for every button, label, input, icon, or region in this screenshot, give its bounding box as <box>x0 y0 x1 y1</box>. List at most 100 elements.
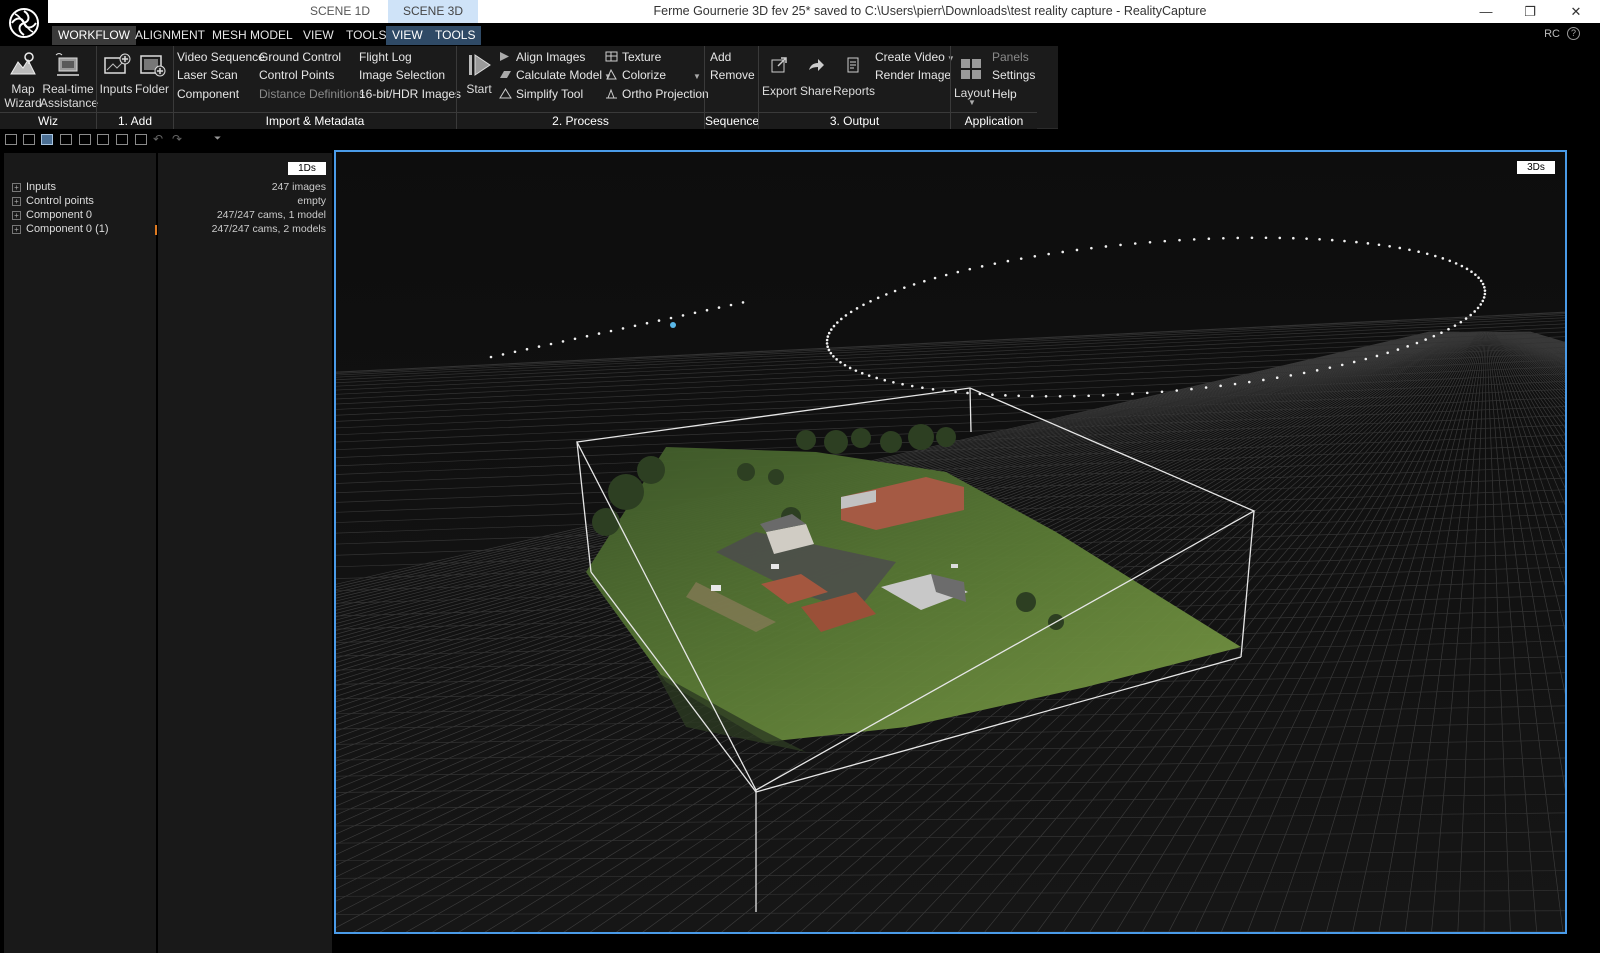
assistance-label: Assistance <box>40 96 99 110</box>
right-margin <box>1569 150 1600 953</box>
ground-control-button[interactable]: Ground Control <box>259 48 341 66</box>
start-icon <box>469 54 491 76</box>
layout-grid-icon[interactable] <box>79 134 91 145</box>
close-button[interactable]: ✕ <box>1554 0 1598 23</box>
app-logo-icon[interactable] <box>0 0 48 46</box>
layout-grid-6-icon[interactable] <box>97 134 109 145</box>
share-label: Share <box>799 84 833 98</box>
layout-icon <box>961 59 981 79</box>
realtime-assistance-button[interactable]: Real-time Assistance <box>40 50 99 110</box>
menu-alignment[interactable]: ALIGNMENT <box>129 26 211 45</box>
reports-button[interactable]: Reports <box>833 56 875 98</box>
texture-label: Texture <box>622 50 662 64</box>
render-image-button[interactable]: Render Image <box>875 66 951 84</box>
inputs-icon <box>104 53 131 74</box>
undo-icon[interactable]: ↶ <box>153 132 163 146</box>
export-button[interactable]: Export <box>762 56 797 98</box>
reports-icon <box>847 57 859 73</box>
create-video-label: Create Video <box>875 50 945 64</box>
layout-split-2-icon[interactable] <box>23 134 35 145</box>
start-button[interactable]: Start <box>463 50 495 96</box>
tab-scene-1d[interactable]: SCENE 1D <box>296 0 384 23</box>
laser-scan-button[interactable]: Laser Scan <box>177 66 238 84</box>
video-sequence-button[interactable]: Video Sequence <box>177 48 265 66</box>
expand-icon[interactable]: + <box>12 183 21 192</box>
redo-icon[interactable]: ↷ <box>172 132 182 146</box>
flight-log-button[interactable]: Flight Log <box>359 48 412 66</box>
image-selection-button[interactable]: Image Selection <box>359 66 445 84</box>
hdr-images-button[interactable]: 16-bit/HDR Images <box>359 85 461 103</box>
process-dropdown[interactable]: ▼ <box>691 66 701 84</box>
simplify-tool-button[interactable]: Simplify Tool <box>499 85 583 103</box>
toolbar-dropdown-icon[interactable]: ⏷ <box>214 133 221 144</box>
settings-button[interactable]: Settings <box>992 66 1035 84</box>
help-button[interactable]: Help <box>992 85 1017 103</box>
bottom-margin <box>334 934 1600 953</box>
map-wizard-button[interactable]: Map Wizard <box>4 50 42 110</box>
expand-icon[interactable]: + <box>12 225 21 234</box>
component-button[interactable]: Component <box>177 85 239 103</box>
chevron-down-icon: ▼ <box>693 72 701 81</box>
rc-label[interactable]: RC <box>1544 28 1560 40</box>
3d-viewport[interactable]: 3Ds <box>334 150 1567 934</box>
tree-item-component-0-1[interactable]: + Component 0 (1) <box>12 222 109 236</box>
menu-tools[interactable]: TOOLS <box>340 26 392 45</box>
expand-icon[interactable]: + <box>12 197 21 206</box>
title-bar: SCENE 1D SCENE 3D Ferme Gournerie 3D fev… <box>0 0 1600 23</box>
ortho-projection-button[interactable]: Ortho Projection <box>605 85 709 103</box>
layout-button[interactable]: Layout ▼ <box>954 50 990 107</box>
folder-button[interactable]: Folder <box>134 50 170 96</box>
layout-wide-icon[interactable] <box>135 134 147 145</box>
wizard-label: Wizard <box>4 96 42 110</box>
tab-scene-3d[interactable]: SCENE 3D <box>388 0 478 23</box>
layout-columns-icon[interactable] <box>116 134 128 145</box>
create-video-button[interactable]: Create Video▼ <box>875 48 955 66</box>
selection-marker <box>155 225 157 235</box>
menu-bar: WORKFLOW ALIGNMENT MESH MODEL VIEW TOOLS… <box>0 23 1600 46</box>
layout-split-3-icon[interactable] <box>41 134 53 145</box>
distance-definitions-button[interactable]: Distance Definitions <box>259 85 365 103</box>
menu-view[interactable]: VIEW <box>297 26 340 45</box>
add-sequence-button[interactable]: Add <box>710 48 731 66</box>
inputs-label: Inputs <box>99 82 133 96</box>
panels-button[interactable]: Panels <box>992 48 1029 66</box>
group-label-sequence: Sequence <box>705 112 760 129</box>
share-button[interactable]: Share <box>799 56 833 98</box>
inputs-button[interactable]: Inputs <box>99 50 133 96</box>
panel-tag-1ds[interactable]: 1Ds <box>288 162 326 175</box>
align-images-icon <box>499 49 512 61</box>
control-points-button[interactable]: Control Points <box>259 66 334 84</box>
calculate-model-icon <box>499 67 512 78</box>
group-label-output: 3. Output <box>759 112 950 129</box>
align-images-button[interactable]: Align Images <box>499 48 585 66</box>
restore-button[interactable]: ❐ <box>1508 0 1552 23</box>
menu-view-context[interactable]: VIEW <box>386 26 429 45</box>
share-icon <box>809 59 824 71</box>
selected-camera-icon[interactable] <box>670 322 676 328</box>
menu-mesh-model[interactable]: MESH MODEL <box>206 26 299 45</box>
3d-scene[interactable] <box>336 152 1565 932</box>
help-icon[interactable]: ? <box>1567 27 1580 40</box>
layout-single-icon[interactable] <box>5 134 17 145</box>
colorize-button[interactable]: Colorize <box>605 66 666 84</box>
tree-item-control-points[interactable]: + Control points <box>12 194 94 208</box>
menu-tools-context[interactable]: TOOLS <box>429 26 482 45</box>
tree-item-component-0[interactable]: + Component 0 <box>12 208 92 222</box>
expand-icon[interactable]: + <box>12 211 21 220</box>
texture-icon <box>605 49 618 62</box>
export-label: Export <box>762 84 797 98</box>
remove-sequence-button[interactable]: Remove <box>710 66 755 84</box>
map-wizard-icon <box>10 52 36 75</box>
ribbon-empty-area <box>1058 46 1600 129</box>
simplify-tool-label: Simplify Tool <box>516 87 584 101</box>
layout-split-4-icon[interactable] <box>60 134 72 145</box>
tree-value: 247/247 cams, 2 models <box>211 223 326 235</box>
panel-tag-3ds[interactable]: 3Ds <box>1517 161 1555 174</box>
tree-item-inputs[interactable]: + Inputs <box>12 180 56 194</box>
tree-label: Control points <box>26 195 94 207</box>
menu-workflow[interactable]: WORKFLOW <box>52 26 136 45</box>
calculate-model-button[interactable]: Calculate Model ▼ <box>499 66 612 84</box>
simplify-tool-icon <box>499 86 512 99</box>
minimize-button[interactable]: — <box>1464 0 1508 23</box>
texture-button[interactable]: Texture <box>605 48 661 66</box>
